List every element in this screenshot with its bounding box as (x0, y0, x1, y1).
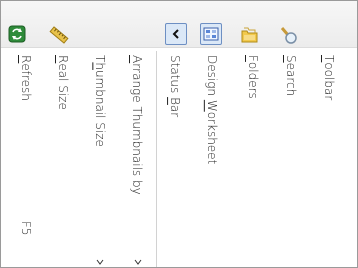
status-bar-icon-button[interactable] (165, 23, 187, 45)
menu-item-text: efresh (19, 63, 33, 101)
menu-item-text: oolbar (322, 62, 336, 101)
menu-item-status-bar[interactable]: Status Bar (164, 55, 186, 267)
menu-item-mnemonic: A (130, 55, 144, 64)
menu-item-text: orksheet (205, 111, 219, 165)
folders-icon (241, 27, 258, 43)
menu-item-mnemonic: h (93, 62, 107, 70)
submenu-arrow-icon (96, 259, 104, 265)
folders-icon-button[interactable] (238, 23, 260, 45)
refresh-icon-button[interactable] (6, 23, 28, 45)
submenu-arrow-icon (134, 259, 142, 265)
refresh-shortcut: F5 (19, 221, 33, 236)
menu-item-text: Status (168, 55, 182, 98)
menu-item-text: umbnail Size (93, 69, 107, 147)
menu-item-text: olders (246, 61, 260, 99)
menu-item-text: earch (284, 62, 298, 97)
menu-item-text: eal Size (56, 63, 70, 110)
menu-item-design-worksheet[interactable]: Design Worksheet (201, 55, 223, 267)
menu-item-text: ar (168, 104, 182, 118)
menu-item-thumbnail-size[interactable]: Thumbnail Size (89, 55, 111, 267)
menu-item-arrange-thumbnails[interactable]: Arrange Thumbnails by (126, 55, 148, 267)
menu-item-folders[interactable]: Folders (242, 55, 264, 267)
design-worksheet-icon-button[interactable] (200, 23, 222, 45)
magnifier-icon (280, 27, 297, 44)
menu-item-real-size[interactable]: Real Size (52, 55, 74, 267)
menu-item-text: rrange Thumbnails by (130, 63, 144, 195)
menu-separator (156, 51, 157, 267)
menu-item-search[interactable]: Search (280, 55, 302, 267)
menu-item-text: Design (205, 55, 219, 100)
ruler-icon (49, 26, 69, 44)
menu-item-mnemonic: S (284, 55, 298, 63)
menu-item-mnemonic: W (205, 99, 219, 112)
worksheet-icon (203, 27, 219, 41)
menu-item-toolbar[interactable]: Toolbar (318, 55, 340, 267)
menu-item-mnemonic: F (246, 55, 260, 62)
real-size-icon-button[interactable] (47, 23, 69, 45)
menu-icon-strip (1, 1, 357, 48)
refresh-icon (8, 25, 26, 43)
menu-item-mnemonic: B (168, 97, 182, 105)
view-menu-popup: Refresh F5 Real Size Thumbnail Size Arra… (0, 0, 358, 268)
chevron-left-icon (172, 29, 179, 39)
search-icon-button[interactable] (276, 23, 298, 45)
